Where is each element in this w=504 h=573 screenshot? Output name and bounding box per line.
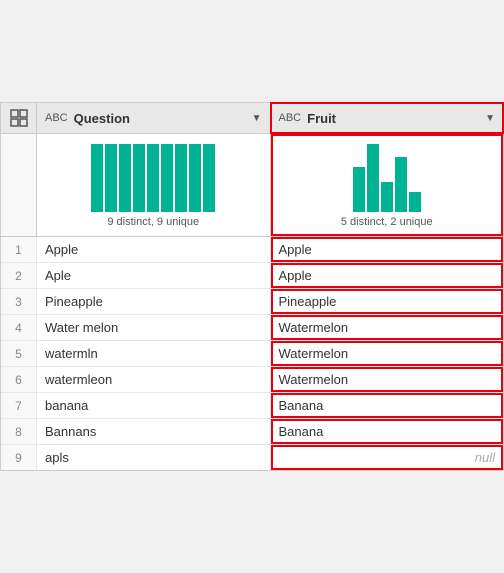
- question-cell: Apple: [37, 237, 271, 262]
- row-num-header: [1, 103, 37, 133]
- fruit-cell: Banana: [271, 393, 504, 418]
- grid-icon: [10, 109, 28, 127]
- row-num: 9: [1, 445, 37, 470]
- question-profile-cell: 9 distinct, 9 unique: [37, 134, 271, 236]
- fruit-cell: Watermelon: [271, 367, 504, 392]
- fruit-bar-chart: [279, 142, 496, 212]
- question-type-icon: ABC: [45, 112, 68, 124]
- bar: [367, 144, 379, 212]
- table-row: 6 watermleon Watermelon: [1, 367, 503, 393]
- table-row: 9 apls null: [1, 445, 503, 470]
- row-num: 2: [1, 263, 37, 288]
- fruit-cell: Watermelon: [271, 315, 504, 340]
- question-profile-label: 9 distinct, 9 unique: [107, 216, 199, 228]
- bar: [381, 182, 393, 212]
- fruit-profile-label: 5 distinct, 2 unique: [341, 216, 433, 228]
- row-num: 6: [1, 367, 37, 392]
- profile-row-num: [1, 134, 37, 236]
- question-cell: Water melon: [37, 315, 271, 340]
- fruit-col-header[interactable]: ABC Fruit ▼: [271, 103, 504, 133]
- question-cell: Aple: [37, 263, 271, 288]
- table-row: 3 Pineapple Pineapple: [1, 289, 503, 315]
- table-row: 8 Bannans Banana: [1, 419, 503, 445]
- bar: [189, 144, 201, 212]
- bar: [175, 144, 187, 212]
- table-row: 1 Apple Apple: [1, 237, 503, 263]
- bar: [409, 192, 421, 212]
- bar: [133, 144, 145, 212]
- question-cell: watermleon: [37, 367, 271, 392]
- row-num: 8: [1, 419, 37, 444]
- table-row: 7 banana Banana: [1, 393, 503, 419]
- row-num: 3: [1, 289, 37, 314]
- bar: [203, 144, 215, 212]
- data-table: ABC Question ▼ ABC Fruit ▼ 9 disti: [0, 102, 504, 471]
- bar: [161, 144, 173, 212]
- bar: [395, 157, 407, 212]
- row-num: 4: [1, 315, 37, 340]
- bar: [91, 144, 103, 212]
- table-row: 4 Water melon Watermelon: [1, 315, 503, 341]
- fruit-col-label: Fruit: [307, 111, 479, 126]
- table-row: 5 watermln Watermelon: [1, 341, 503, 367]
- question-col-label: Question: [74, 111, 246, 126]
- question-cell: Bannans: [37, 419, 271, 444]
- fruit-cell: Pineapple: [271, 289, 504, 314]
- row-num: 1: [1, 237, 37, 262]
- fruit-cell: Banana: [271, 419, 504, 444]
- bar: [353, 167, 365, 212]
- header-row: ABC Question ▼ ABC Fruit ▼: [1, 103, 503, 134]
- row-num: 5: [1, 341, 37, 366]
- fruit-null-cell: null: [271, 445, 504, 470]
- fruit-cell: Watermelon: [271, 341, 504, 366]
- question-cell: apls: [37, 445, 271, 470]
- question-bar-chart: [45, 142, 262, 212]
- bar: [105, 144, 117, 212]
- question-col-header[interactable]: ABC Question ▼: [37, 103, 271, 133]
- fruit-type-icon: ABC: [279, 112, 302, 124]
- profile-row: 9 distinct, 9 unique 5 distinct, 2 uniqu…: [1, 134, 503, 237]
- fruit-cell: Apple: [271, 263, 504, 288]
- question-cell: Pineapple: [37, 289, 271, 314]
- question-dropdown-arrow[interactable]: ▼: [252, 113, 262, 124]
- question-cell: banana: [37, 393, 271, 418]
- bar: [147, 144, 159, 212]
- fruit-dropdown-arrow[interactable]: ▼: [485, 113, 495, 124]
- fruit-cell: Apple: [271, 237, 504, 262]
- question-cell: watermln: [37, 341, 271, 366]
- fruit-profile-cell: 5 distinct, 2 unique: [271, 134, 504, 236]
- row-num: 7: [1, 393, 37, 418]
- bar: [119, 144, 131, 212]
- table-row: 2 Aple Apple: [1, 263, 503, 289]
